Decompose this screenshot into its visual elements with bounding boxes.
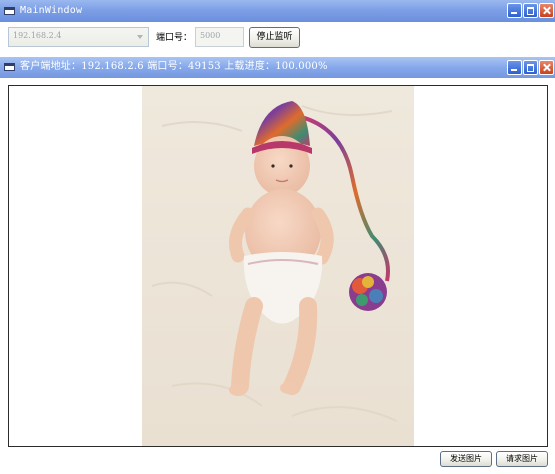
ip-address-combobox[interactable]: 192.168.2.4 bbox=[8, 27, 149, 47]
request-image-button[interactable]: 请求图片 bbox=[496, 451, 548, 467]
client-window-title: 客户端地址：192.168.2.6 端口号：49153 上载进度：100.000… bbox=[20, 61, 328, 72]
chevron-down-icon[interactable] bbox=[134, 30, 146, 44]
maximize-icon[interactable] bbox=[523, 3, 538, 18]
minimize-icon[interactable] bbox=[507, 3, 522, 18]
maximize-icon[interactable] bbox=[523, 60, 538, 75]
main-window-titlebar[interactable]: MainWindow bbox=[0, 0, 555, 22]
stop-listening-button[interactable]: 停止监听 bbox=[249, 27, 300, 48]
client-window-titlebar[interactable]: 客户端地址：192.168.2.6 端口号：49153 上载进度：100.000… bbox=[0, 57, 555, 78]
window-icon bbox=[4, 63, 15, 71]
port-label: 端口号： bbox=[156, 33, 193, 43]
minimize-icon[interactable] bbox=[507, 60, 522, 75]
main-window-title: MainWindow bbox=[20, 5, 83, 16]
connection-toolbar: 192.168.2.4 端口号： 5000 停止监听 bbox=[0, 22, 555, 57]
image-viewer bbox=[8, 85, 548, 447]
close-icon[interactable] bbox=[539, 60, 554, 75]
window-icon bbox=[4, 7, 15, 15]
close-icon[interactable] bbox=[539, 3, 554, 18]
port-input[interactable]: 5000 bbox=[195, 27, 244, 47]
client-window-body: 发送图片 请求图片 bbox=[0, 78, 555, 474]
received-photo bbox=[142, 86, 414, 446]
send-image-button[interactable]: 发送图片 bbox=[440, 451, 492, 467]
ip-address-value: 192.168.2.4 bbox=[13, 31, 62, 40]
